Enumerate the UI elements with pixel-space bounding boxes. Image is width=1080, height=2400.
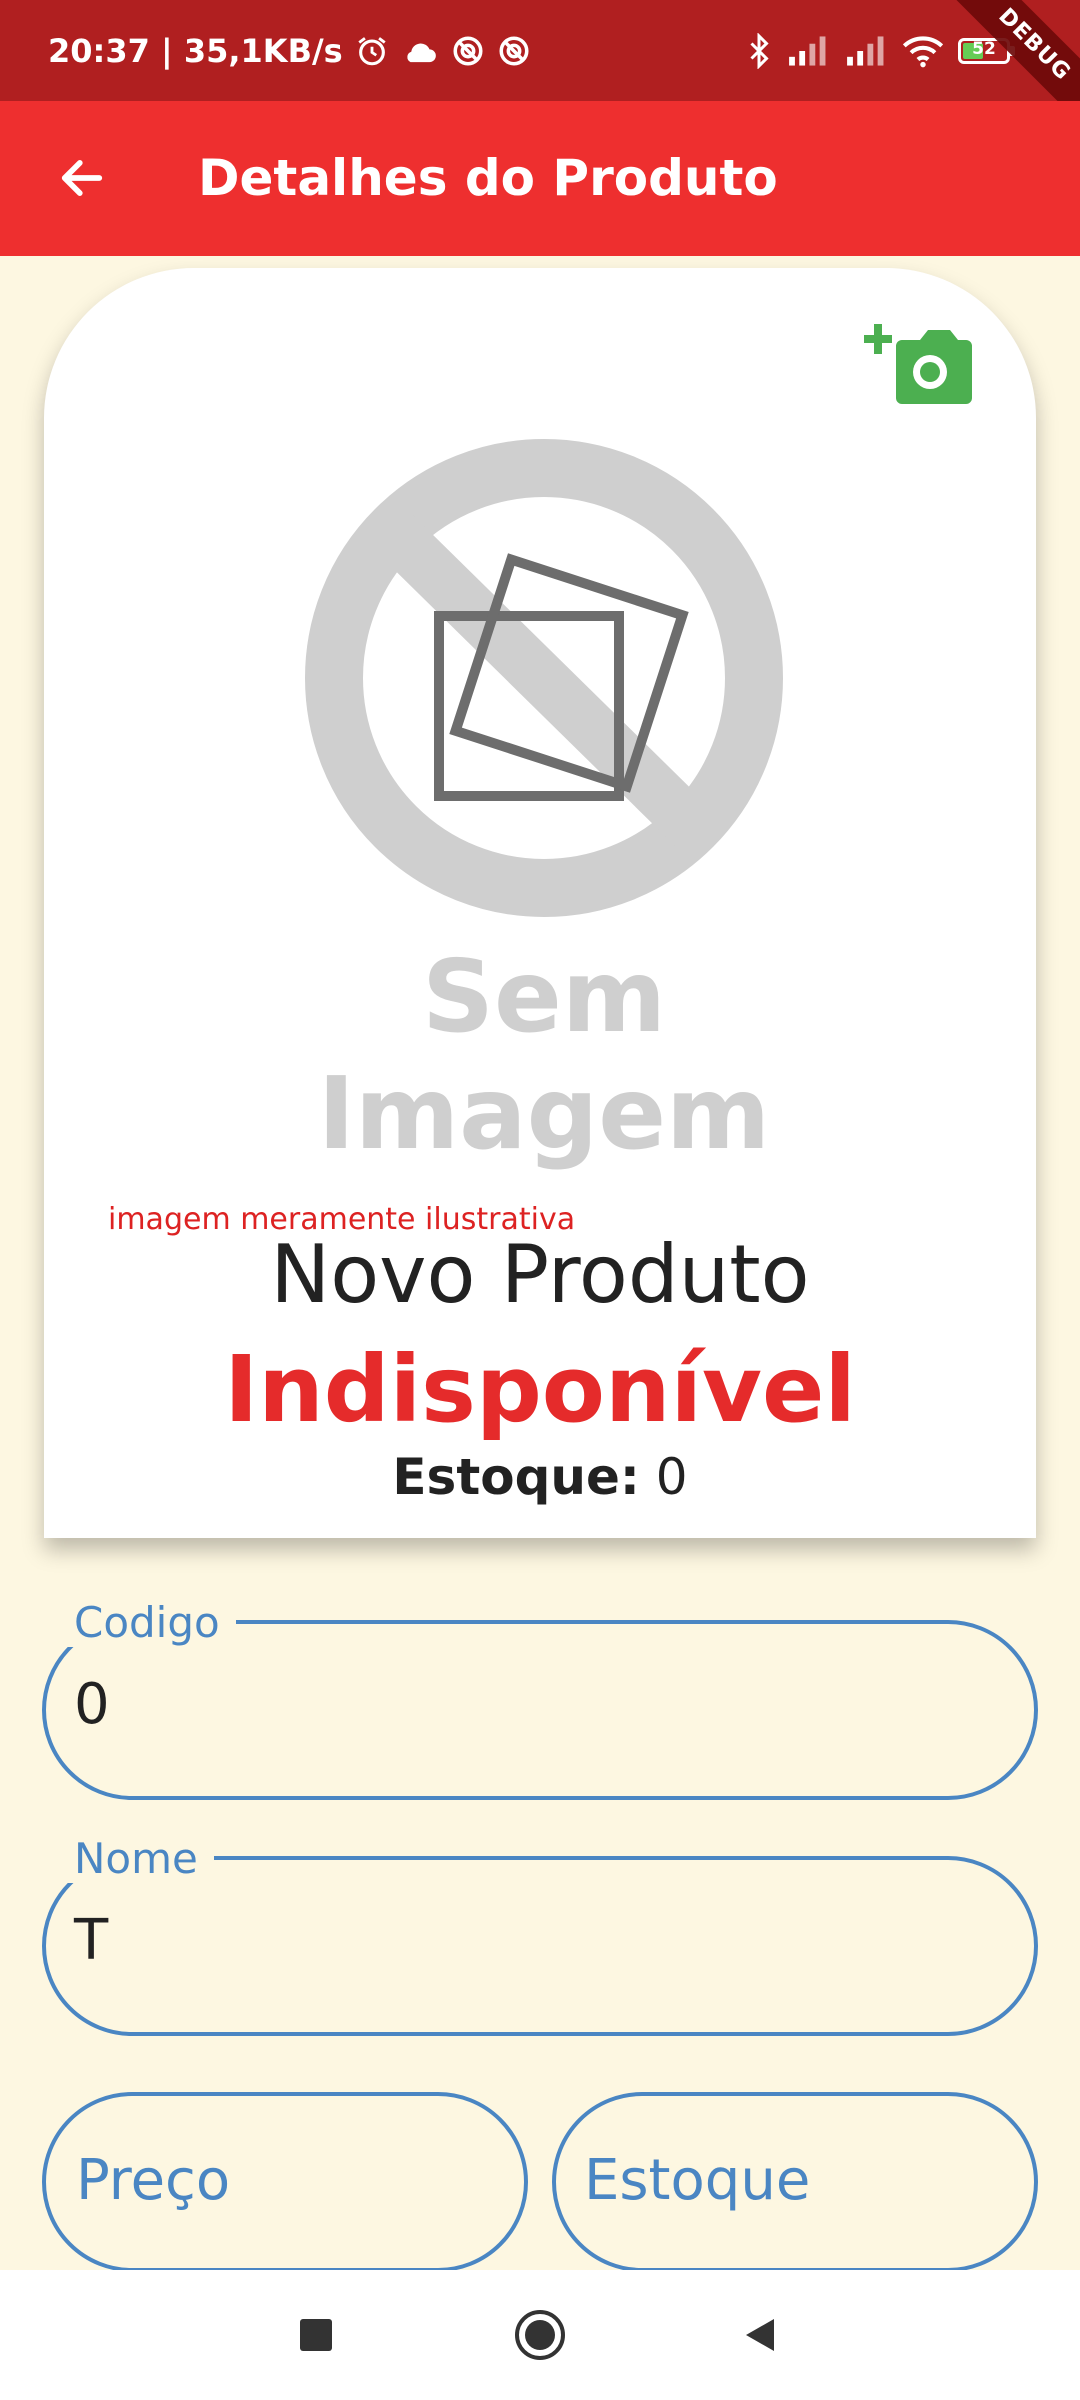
circle-icon bbox=[515, 2310, 565, 2360]
wifi-icon bbox=[902, 35, 944, 67]
triangle-back-icon bbox=[746, 2319, 774, 2351]
sync-icon-2 bbox=[499, 35, 529, 66]
bluetooth-icon bbox=[750, 32, 769, 69]
nome-label: Nome bbox=[66, 1834, 214, 1883]
codigo-value: 0 bbox=[74, 1672, 110, 1737]
product-name: Novo Produto bbox=[270, 1228, 810, 1321]
signal-icon bbox=[789, 35, 826, 66]
stock-line: Estoque: 0 bbox=[44, 1448, 1036, 1506]
add-a-photo-icon bbox=[864, 324, 972, 404]
stock-value: 0 bbox=[655, 1448, 688, 1506]
codigo-label: Codigo bbox=[66, 1598, 236, 1647]
cloud-icon bbox=[407, 43, 436, 62]
recents-button[interactable] bbox=[276, 2295, 356, 2375]
system-nav-bar bbox=[0, 2270, 1080, 2400]
page-title: Detalhes do Produto bbox=[198, 149, 778, 207]
no-image-placeholder: Sem Imagem bbox=[214, 438, 874, 1172]
back-button[interactable] bbox=[40, 136, 124, 220]
signal-icon-2 bbox=[847, 35, 884, 66]
estoque-label: Estoque bbox=[584, 2148, 811, 2213]
no-image-text: Sem Imagem bbox=[317, 938, 771, 1172]
nome-field[interactable] bbox=[42, 1856, 1038, 2036]
status-bar: 20:37 | 35,1KB/s 52 DEBUG bbox=[0, 0, 1080, 140]
alarm-icon bbox=[358, 36, 386, 65]
availability-status: Indisponível bbox=[224, 1336, 856, 1443]
sync-icon bbox=[453, 35, 483, 66]
stock-label: Estoque: bbox=[392, 1448, 640, 1506]
status-left: 20:37 | 35,1KB/s bbox=[48, 0, 531, 101]
square-icon bbox=[300, 2319, 332, 2351]
nome-value: T bbox=[74, 1908, 109, 1973]
add-photo-button[interactable] bbox=[864, 318, 974, 418]
codigo-field[interactable] bbox=[42, 1620, 1038, 1800]
preco-label: Preço bbox=[76, 2148, 231, 2213]
back-nav-button[interactable] bbox=[720, 2295, 800, 2375]
status-time-speed: 20:37 | 35,1KB/s bbox=[48, 31, 343, 70]
product-card: Sem Imagem imagem meramente ilustrativa … bbox=[44, 268, 1036, 1538]
arrow-left-icon bbox=[61, 160, 103, 196]
status-right: 52 bbox=[746, 0, 1015, 101]
home-button[interactable] bbox=[500, 2295, 580, 2375]
app-bar: Detalhes do Produto bbox=[0, 101, 1080, 256]
